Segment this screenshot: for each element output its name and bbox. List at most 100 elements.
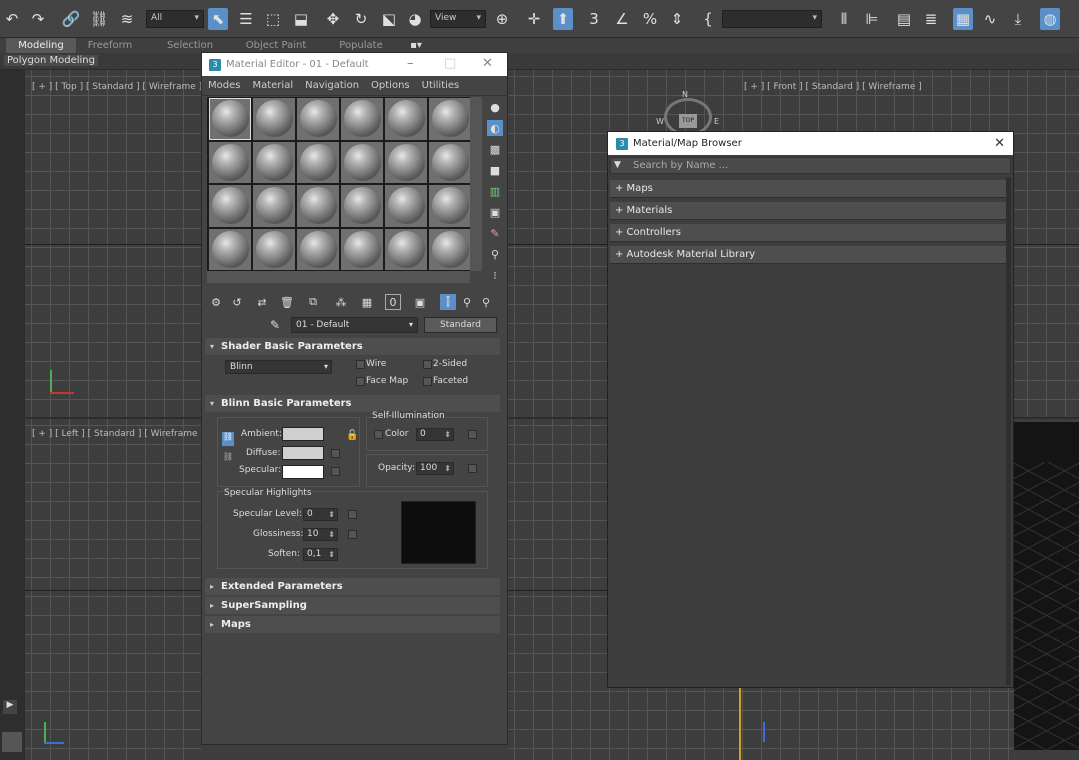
category-autodesk-material-library[interactable]: + Autodesk Material Library (610, 246, 1006, 264)
material-navigator-icon[interactable]: ⁝ (487, 267, 503, 283)
wire-checkbox[interactable] (356, 360, 365, 369)
menu-modes[interactable]: Modes (202, 80, 246, 91)
menu-navigation[interactable]: Navigation (299, 80, 365, 91)
menu-options[interactable]: Options (365, 80, 416, 91)
ref-coord-dropdown[interactable]: View (430, 10, 486, 28)
show-end-result-icon[interactable]: ⫿ (440, 294, 456, 310)
ambient-color-swatch[interactable] (282, 427, 324, 441)
background-icon[interactable]: ▩ (487, 141, 503, 157)
show-map-icon[interactable]: ▣ (412, 294, 428, 310)
tab-selection[interactable]: Selection (160, 38, 220, 53)
sample-slot[interactable] (253, 98, 295, 140)
lock-diffuse-specular-icon[interactable]: ⛓ (222, 452, 234, 464)
shader-basic-params-header[interactable]: Shader Basic Parameters (205, 338, 500, 355)
sample-slot[interactable] (385, 98, 427, 140)
faceted-checkbox[interactable] (423, 377, 432, 386)
snap-3d-icon[interactable]: 3 (584, 8, 604, 30)
assign-to-selection-icon[interactable]: ⇄ (254, 294, 270, 310)
go-forward-sibling-icon[interactable]: ⚲ (478, 294, 494, 310)
video-color-check-icon[interactable]: ▥ (487, 183, 503, 199)
diffuse-color-swatch[interactable] (282, 446, 324, 460)
material-editor-icon[interactable]: ◍ (1040, 8, 1060, 30)
supersampling-header[interactable]: SuperSampling (205, 597, 500, 614)
minimize-icon[interactable]: – (407, 56, 414, 71)
sample-slot[interactable] (429, 228, 471, 270)
browser-scrollbar[interactable] (1006, 177, 1011, 685)
tab-freeform[interactable]: Freeform (80, 38, 140, 53)
make-preview-icon[interactable]: ▣ (487, 204, 503, 220)
spinner-snap-icon[interactable]: ⇕ (667, 8, 687, 30)
specular-map-button[interactable] (331, 467, 340, 476)
select-manipulate-icon[interactable]: ✛ (524, 8, 544, 30)
search-input[interactable]: Search by Name ... (610, 157, 1011, 174)
backlight-icon[interactable]: ◐ (487, 120, 503, 136)
make-unique-icon[interactable]: ⧉ (305, 294, 321, 310)
align-icon[interactable]: ⊫ (862, 8, 882, 30)
self-illum-color-spinner[interactable]: 0 (416, 428, 454, 441)
named-selection-dropdown[interactable] (722, 10, 822, 28)
self-illum-color-checkbox[interactable] (374, 430, 383, 439)
slots-horizontal-scrollbar[interactable] (207, 271, 470, 283)
scale-icon[interactable]: ⬕ (379, 8, 399, 30)
maps-header[interactable]: Maps (205, 616, 500, 633)
select-object-icon[interactable]: ⬉ (208, 8, 228, 30)
viewport-left-label[interactable]: [ + ] [ Left ] [ Standard ] [ Wireframe … (32, 429, 204, 439)
map-browser-titlebar[interactable]: 3 Material/Map Browser ✕ (608, 132, 1013, 155)
schematic-view-icon[interactable]: ⤓ (1008, 8, 1028, 30)
material-name-dropdown[interactable]: 01 - Default ▾ (291, 317, 418, 333)
material-id-icon[interactable]: ▦ (359, 294, 375, 310)
viewport-perspective[interactable] (1014, 422, 1079, 750)
sample-slot[interactable] (297, 185, 339, 227)
put-to-library-icon[interactable]: ⁂ (333, 294, 349, 310)
rect-selection-icon[interactable]: ⬚ (263, 8, 283, 30)
sample-slot[interactable] (429, 185, 471, 227)
blinn-basic-params-header[interactable]: Blinn Basic Parameters (205, 395, 500, 412)
angle-snap-icon[interactable]: ∠ (612, 8, 632, 30)
scene-explorer-icon[interactable]: ▤ (894, 8, 914, 30)
sample-slot[interactable] (209, 228, 251, 270)
category-materials[interactable]: + Materials (610, 202, 1006, 220)
play-icon[interactable]: ▶ (3, 700, 17, 714)
specular-level-spinner[interactable]: 0 (303, 508, 338, 521)
two-sided-checkbox[interactable] (423, 360, 432, 369)
polygon-modeling-label[interactable]: Polygon Modeling (4, 55, 98, 66)
close-icon[interactable]: ✕ (482, 56, 493, 71)
sample-slot[interactable] (341, 228, 383, 270)
percent-snap-icon[interactable]: % (640, 8, 660, 30)
extended-params-header[interactable]: Extended Parameters (205, 578, 500, 595)
slots-vertical-scrollbar[interactable] (470, 97, 482, 271)
viewport-front-label[interactable]: [ + ] [ Front ] [ Standard ] [ Wireframe… (744, 82, 922, 92)
sample-type-icon[interactable]: ● (487, 99, 503, 115)
placement-icon[interactable]: ◕ (405, 8, 425, 30)
sample-slot[interactable] (253, 228, 295, 270)
soften-spinner[interactable]: 0,1 (303, 548, 338, 561)
glossiness-spinner[interactable]: 10 (303, 528, 338, 541)
menu-material[interactable]: Material (246, 80, 299, 91)
selection-filter-dropdown[interactable]: All (146, 10, 204, 28)
material-type-button[interactable]: Standard (424, 317, 497, 333)
browser-options-icon[interactable]: ▼ (614, 160, 621, 170)
close-icon[interactable]: ✕ (994, 136, 1005, 151)
menu-utilities[interactable]: Utilities (416, 80, 466, 91)
select-by-name-icon[interactable]: ☰ (236, 8, 256, 30)
ribbon-toggle-icon[interactable]: ▦ (953, 8, 973, 30)
go-to-parent-icon[interactable]: ⚲ (459, 294, 475, 310)
move-icon[interactable]: ✥ (323, 8, 343, 30)
put-to-scene-icon[interactable]: ↺ (229, 294, 245, 310)
tab-populate[interactable]: Populate (330, 38, 392, 53)
viewport-top-label[interactable]: [ + ] [ Top ] [ Standard ] [ Wireframe ] (32, 82, 202, 92)
mirror-icon[interactable]: ⫴ (834, 8, 854, 30)
ribbon-options-icon[interactable]: ▪▾ (405, 38, 427, 53)
material-editor-titlebar[interactable]: 3 Material Editor - 01 - Default – □ ✕ (202, 53, 507, 76)
sample-slot[interactable] (385, 141, 427, 183)
tab-modeling[interactable]: Modeling (6, 38, 76, 53)
keyboard-shortcut-toggle-icon[interactable]: ⬆ (553, 8, 573, 30)
redo-icon[interactable]: ↷ (28, 8, 48, 30)
get-material-icon[interactable]: ⚙ (208, 294, 224, 310)
viewcube-top-face[interactable]: TOP (679, 114, 697, 128)
sample-slot[interactable] (341, 185, 383, 227)
lock-icon[interactable]: 🔓 (346, 430, 358, 441)
options-icon[interactable]: ✎ (487, 225, 503, 241)
sample-uv-tiling-icon[interactable]: ■ (487, 162, 503, 178)
sample-slot[interactable] (429, 98, 471, 140)
